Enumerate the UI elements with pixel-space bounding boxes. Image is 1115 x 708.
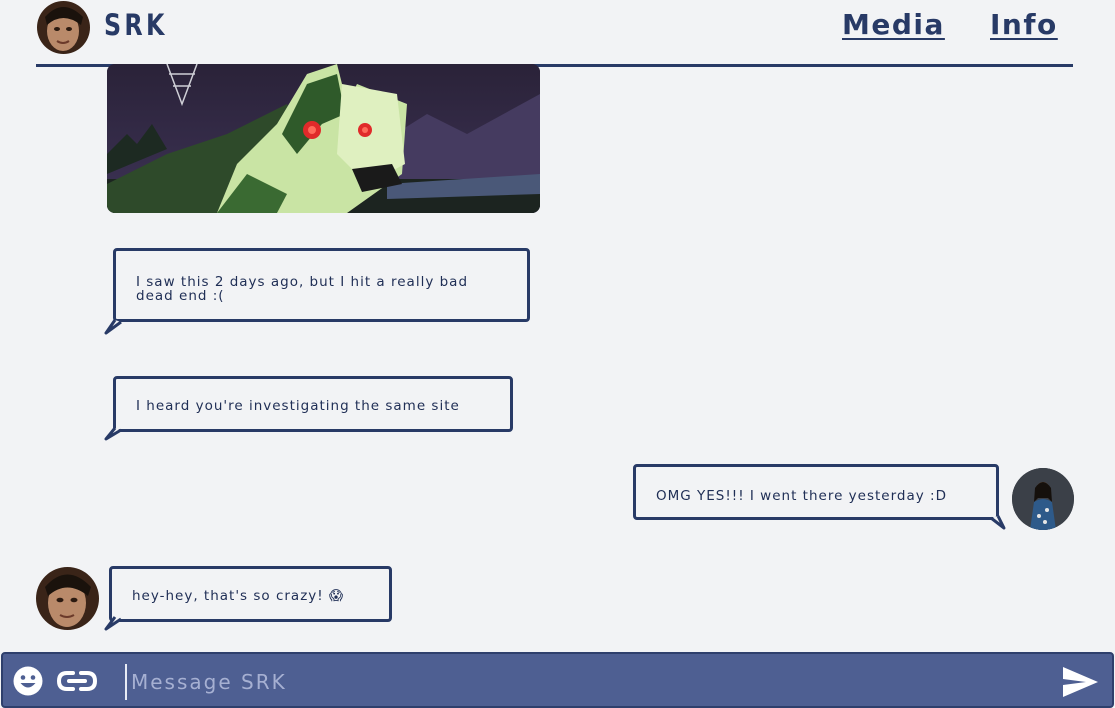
message-text: hey-hey, that's so crazy! 😱 (132, 588, 345, 604)
link-icon[interactable] (56, 665, 98, 697)
message-bubble-received: I saw this 2 days ago, but I hit a reall… (113, 248, 530, 322)
contact-name: SRK (104, 8, 168, 42)
message-text: I saw this 2 days ago, but I hit a reall… (136, 274, 469, 304)
nav-info-link[interactable]: Info (990, 8, 1058, 41)
contact-avatar[interactable] (36, 567, 99, 630)
send-icon[interactable] (1060, 664, 1100, 700)
bubble-tail (104, 616, 122, 631)
bubble-tail (990, 515, 1006, 530)
contact-avatar[interactable] (37, 1, 90, 54)
smiley-icon[interactable] (12, 665, 44, 697)
message-bubble-sent: OMG YES!!! I went there yesterday :D (633, 464, 999, 520)
bubble-tail (104, 427, 122, 441)
chat-app: SRK Media Info I saw this 2 days ago, bu… (0, 0, 1115, 708)
message-text: I heard you're investigating the same si… (136, 398, 460, 414)
chat-header: SRK Media Info (36, 0, 1073, 67)
message-bubble-received: hey-hey, that's so crazy! 😱 (109, 566, 392, 622)
nav-media-link[interactable]: Media (842, 8, 945, 41)
shared-image[interactable] (107, 64, 540, 213)
message-bubble-received: I heard you're investigating the same si… (113, 376, 513, 432)
message-text: OMG YES!!! I went there yesterday :D (656, 488, 947, 504)
message-input[interactable] (125, 664, 1033, 700)
message-composer (1, 652, 1114, 708)
bubble-tail (104, 319, 122, 335)
user-avatar[interactable] (1012, 468, 1074, 530)
